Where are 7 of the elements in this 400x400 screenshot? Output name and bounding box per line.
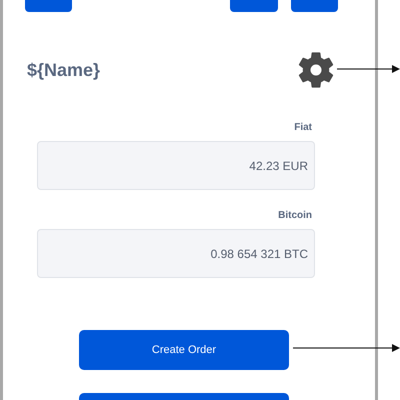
create-order-button[interactable]: Create Order (79, 330, 289, 370)
name-title: ${Name} (27, 58, 100, 82)
field-label: Bitcoin (278, 209, 313, 223)
arrow (337, 64, 400, 74)
amount-field[interactable]: 42.23 EUR (37, 141, 315, 190)
amount-field[interactable]: 0.98 654 321 BTC (37, 229, 315, 278)
field-label: Fiat (294, 121, 313, 135)
